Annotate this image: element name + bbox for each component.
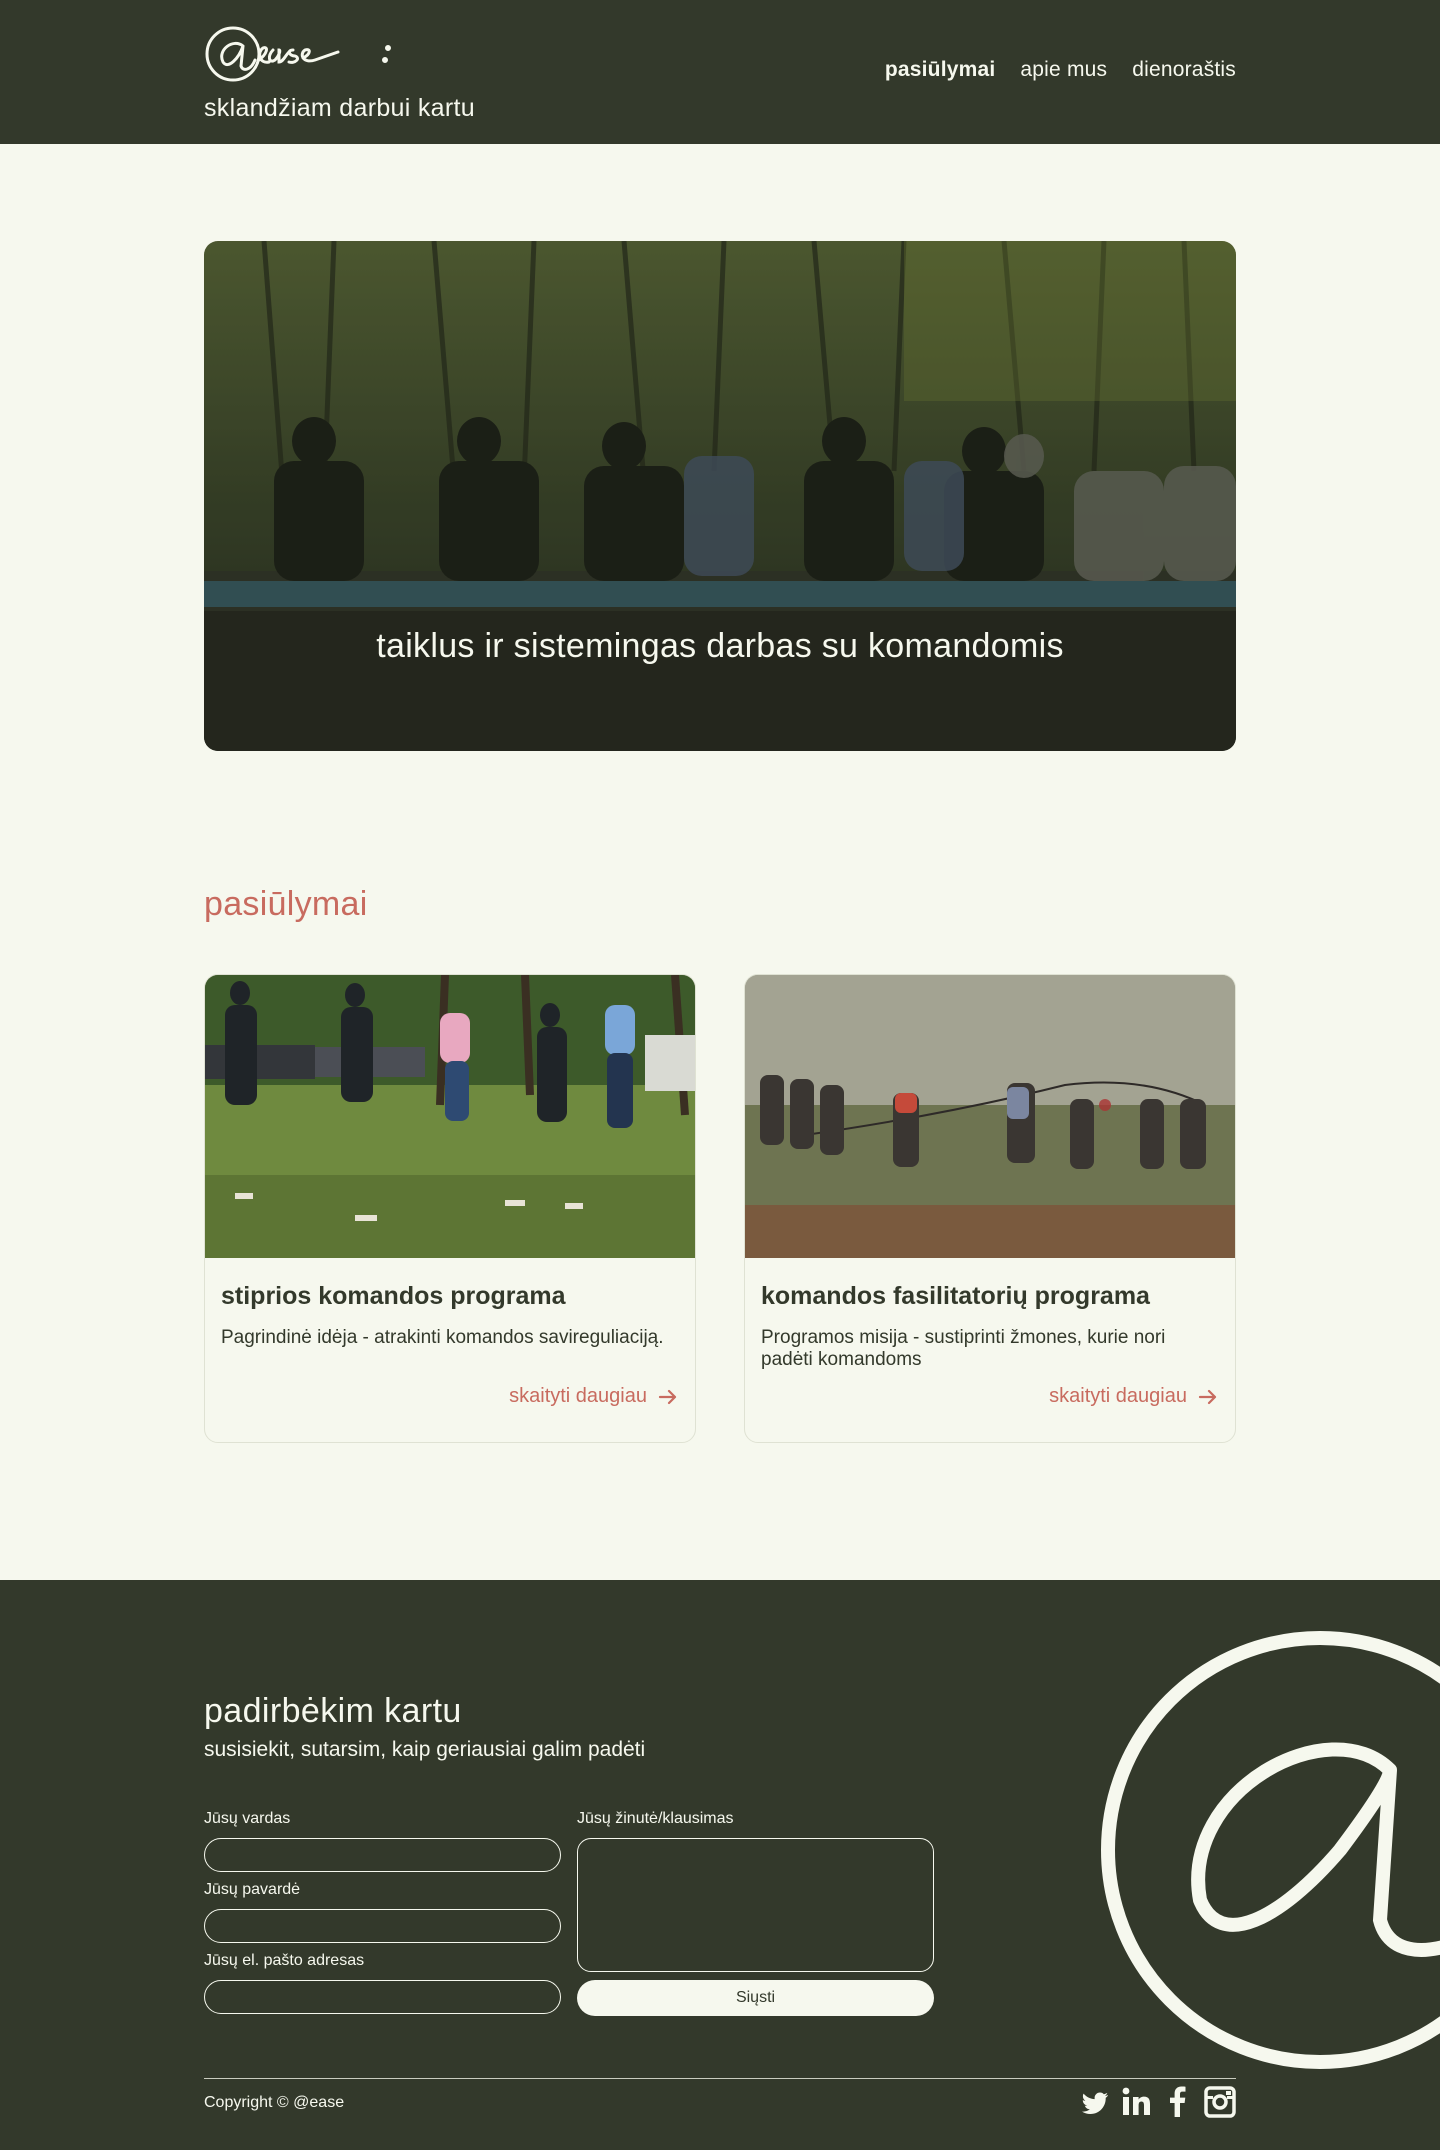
footer-subtitle: susisiekit, sutarsim, kaip geriausiai ga… — [204, 1738, 646, 1761]
read-more-label: skaityti daugiau — [509, 1385, 647, 1407]
first-name-input[interactable] — [204, 1838, 561, 1872]
social-links — [1078, 2085, 1236, 2119]
offers-heading: pasiūlymai — [204, 885, 368, 923]
nav-item-pasiulymai[interactable]: pasiūlymai — [885, 58, 996, 82]
hero-banner: taiklus ir sistemingas darbas su komando… — [204, 241, 1236, 751]
footer-divider — [204, 2078, 1236, 2079]
site-footer: padirbėkim kartu susisiekit, sutarsim, k… — [0, 1580, 1440, 2150]
site-header: sklandžiam darbui kartu pasiūlymai apie … — [0, 0, 1440, 144]
footer-title: padirbėkim kartu — [204, 1692, 462, 1730]
nav-item-dienorastis[interactable]: dienoraštis — [1132, 58, 1236, 82]
message-label: Jūsų žinutė/klausimas — [577, 1810, 734, 1827]
hero-image — [204, 241, 1236, 751]
hero-caption: taiklus ir sistemingas darbas su komando… — [376, 627, 1064, 665]
nav-item-apie-mus[interactable]: apie mus — [1020, 58, 1107, 82]
email-label: Jūsų el. pašto adresas — [204, 1952, 365, 1969]
email-input[interactable] — [204, 1980, 561, 2014]
card-image-running-team — [205, 975, 695, 1258]
read-more-label: skaityti daugiau — [1049, 1385, 1187, 1407]
offer-card-stiprios-komandos[interactable]: stiprios komandos programa Pagrindinė id… — [204, 974, 696, 1443]
card-title: stiprios komandos programa — [221, 1282, 566, 1310]
ease-logo[interactable] — [203, 16, 393, 92]
submit-button[interactable]: Siųsti — [577, 1980, 934, 2016]
last-name-label: Jūsų pavardė — [204, 1881, 301, 1898]
main-nav: pasiūlymai apie mus dienoraštis — [885, 58, 1236, 82]
facebook-icon[interactable] — [1162, 2085, 1194, 2119]
arrow-right-icon — [658, 1389, 677, 1404]
twitter-icon[interactable] — [1078, 2085, 1110, 2119]
card-description: Programos misija - sustiprinti žmones, k… — [761, 1327, 1166, 1370]
last-name-input[interactable] — [204, 1909, 561, 1943]
card-image-foggy-field — [745, 975, 1235, 1258]
card-title: komandos fasilitatorių programa — [761, 1282, 1150, 1310]
message-textarea[interactable] — [577, 1838, 934, 1972]
linkedin-icon[interactable] — [1120, 2085, 1152, 2119]
first-name-label: Jūsų vardas — [204, 1810, 291, 1827]
read-more-link[interactable]: skaityti daugiau — [509, 1385, 679, 1408]
arrow-right-icon — [1198, 1389, 1217, 1404]
offer-card-fasilitatoriu[interactable]: komandos fasilitatorių programa Programo… — [744, 974, 1236, 1443]
copyright-text: Copyright © @ease — [204, 2094, 345, 2111]
site-tagline: sklandžiam darbui kartu — [204, 94, 475, 122]
instagram-icon[interactable] — [1204, 2085, 1236, 2119]
read-more-link[interactable]: skaityti daugiau — [1049, 1385, 1219, 1408]
at-sign-decoration — [1101, 1631, 1440, 2069]
card-description: Pagrindinė idėja - atrakinti komandos sa… — [221, 1327, 664, 1348]
